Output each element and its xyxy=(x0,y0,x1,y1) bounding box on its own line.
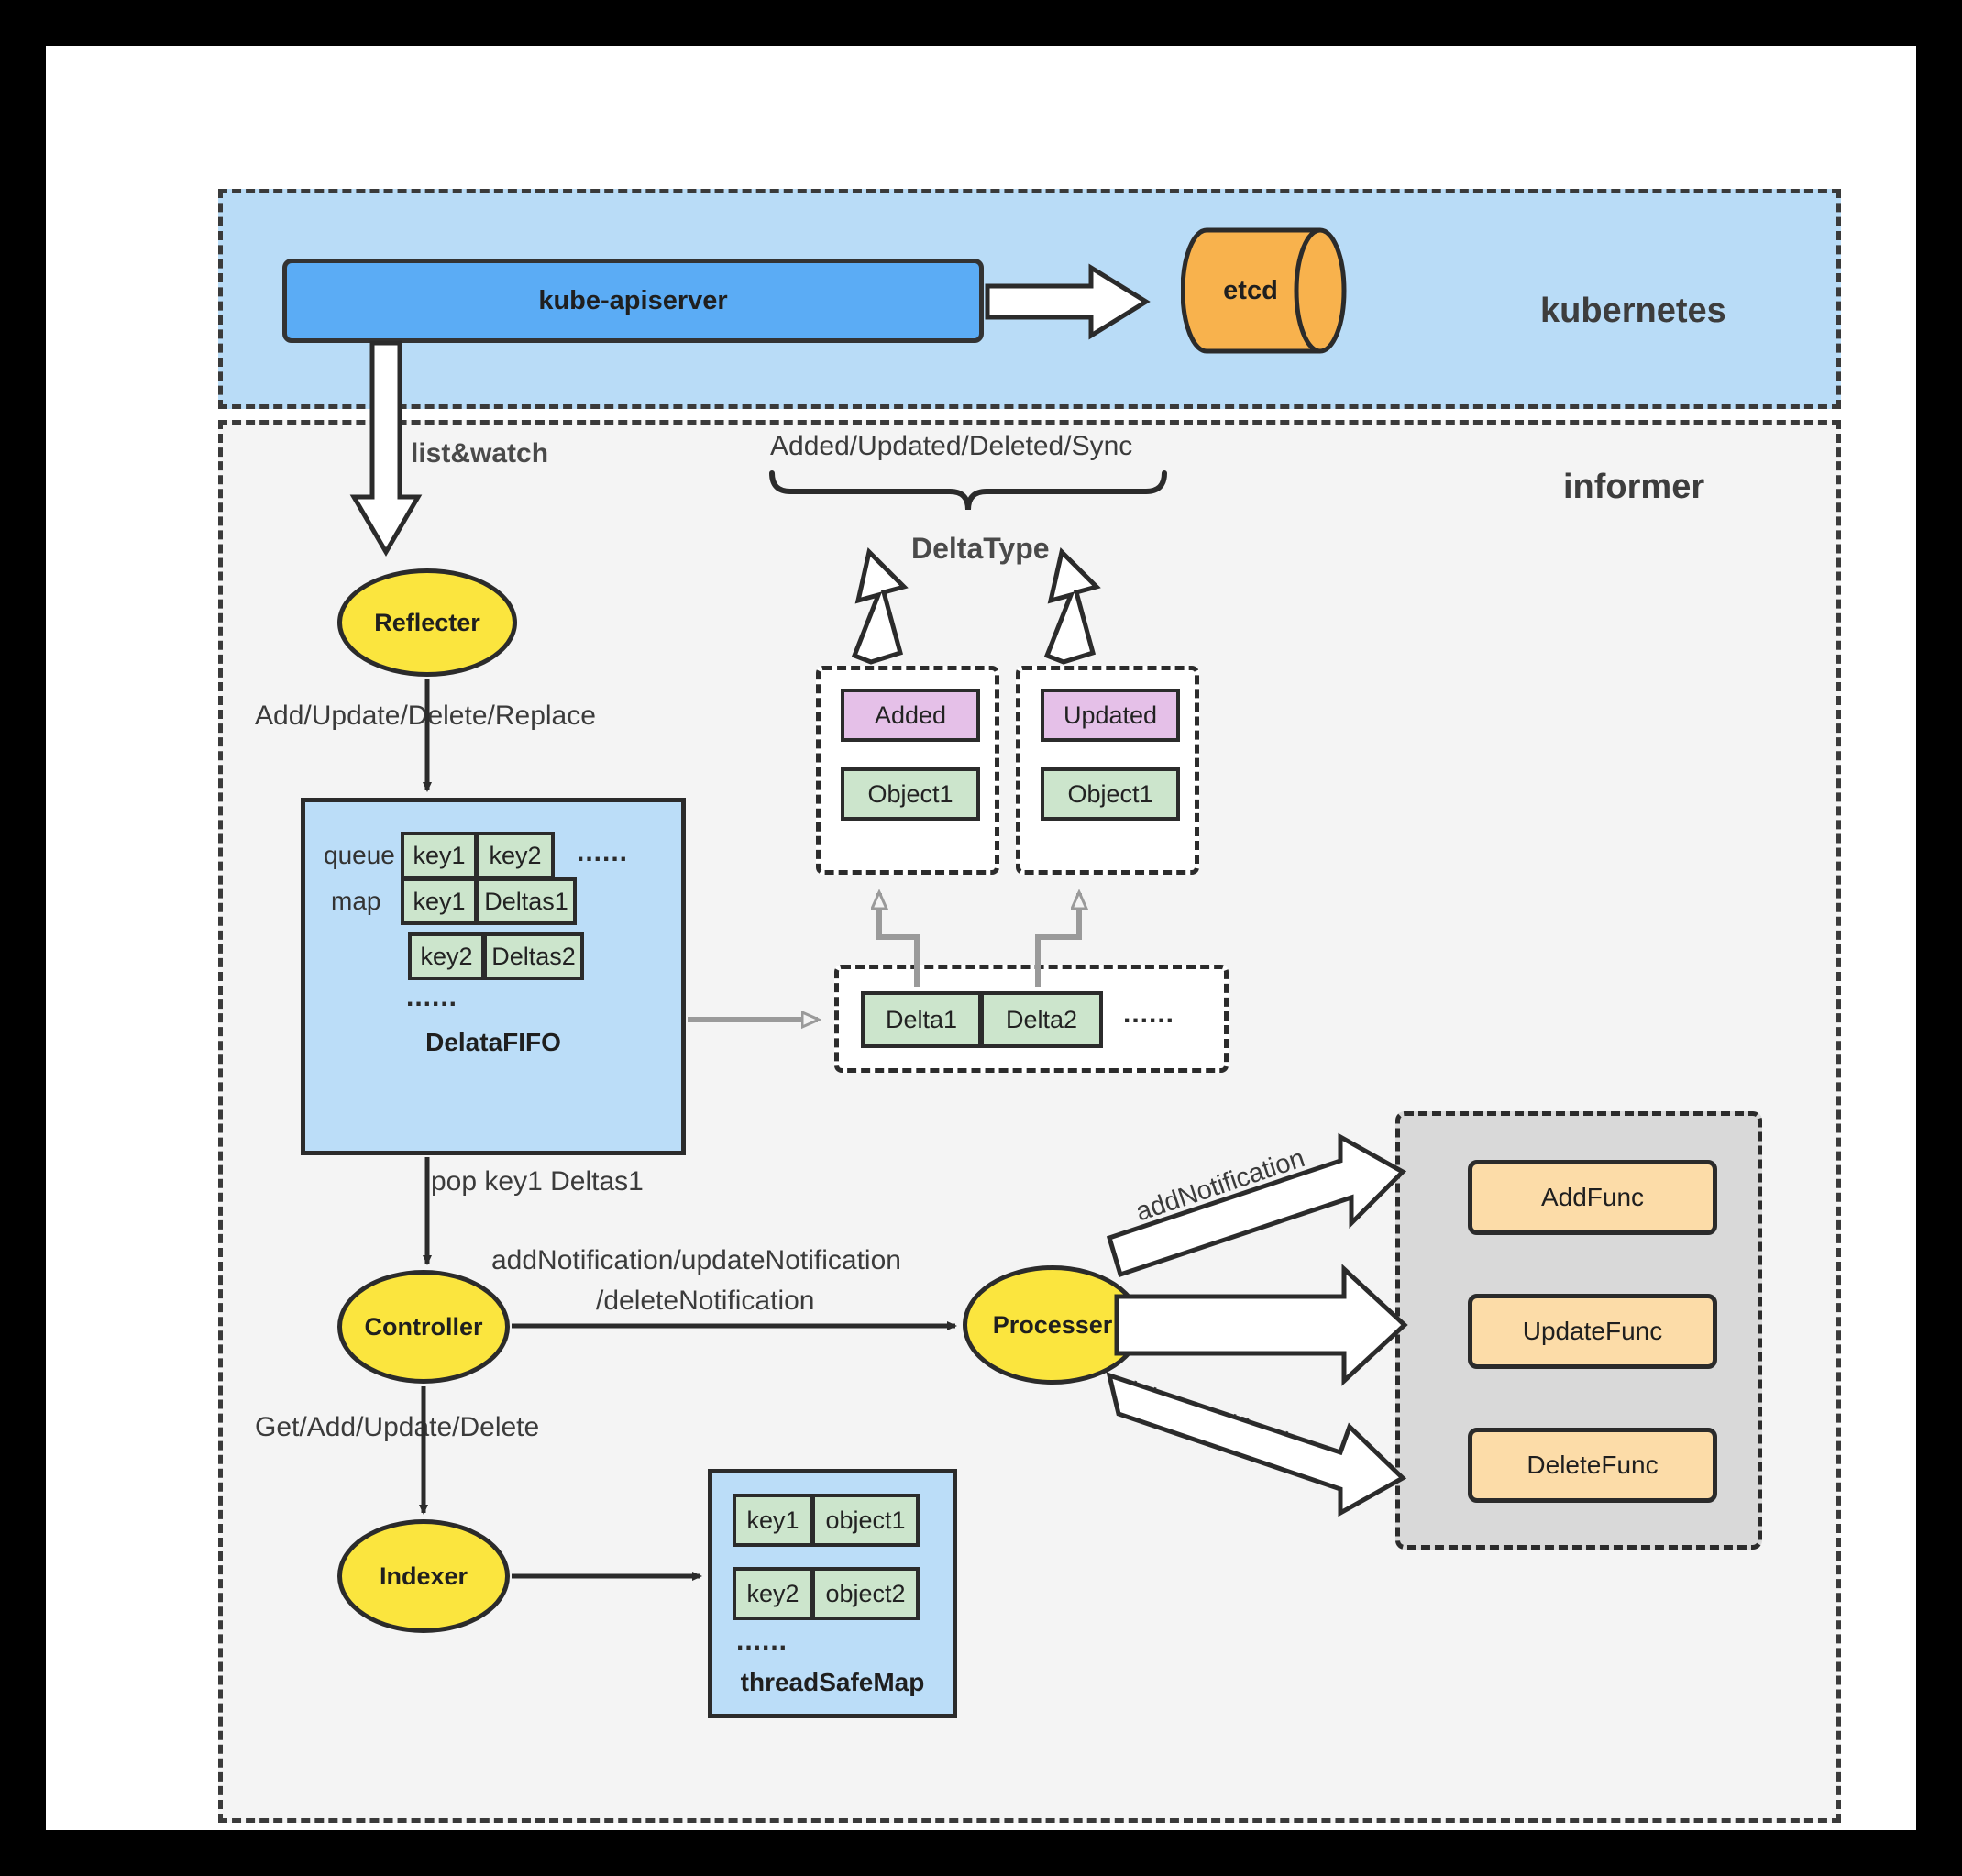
map-ellipsis: ...... xyxy=(406,982,458,1012)
delta-cell: Delta1 xyxy=(861,991,982,1048)
delta-added-type: Added xyxy=(841,689,980,742)
map-value-cell: Deltas1 xyxy=(478,877,577,925)
indexer-node[interactable]: Indexer xyxy=(337,1519,510,1633)
delta-list-ellipsis: ...... xyxy=(1123,999,1175,1029)
map-row-label: map xyxy=(331,887,381,915)
delta-list-cells: Delta1 Delta2 xyxy=(861,991,1103,1048)
queue-cell-row: key1 key2 xyxy=(401,832,555,879)
pop-key-label: pop key1 Deltas1 xyxy=(431,1166,644,1197)
diagram-canvas: kubernetes informer kube-apiserver etcd … xyxy=(46,46,1916,1830)
delta-type-brace-label: Added/Updated/Deleted/Sync xyxy=(770,431,1133,461)
delta-updated-box: Updated Object1 xyxy=(1016,666,1199,875)
controller-node[interactable]: Controller xyxy=(337,1270,510,1384)
map-cell-row-1: key1 Deltas1 xyxy=(401,877,577,925)
tsm-row-1: key1 object1 xyxy=(733,1494,920,1547)
etcd-label: etcd xyxy=(1223,275,1278,305)
informer-zone-label: informer xyxy=(1563,468,1705,506)
delta-fifo-title: DelataFIFO xyxy=(425,1028,561,1056)
queue-row-label: queue xyxy=(324,841,395,869)
map-key-cell: key2 xyxy=(408,932,485,980)
kubernetes-zone-label: kubernetes xyxy=(1540,292,1726,330)
delete-func-box[interactable]: DeleteFunc xyxy=(1468,1428,1717,1503)
etcd-node[interactable]: etcd xyxy=(1180,226,1364,356)
list-watch-label: list&watch xyxy=(411,438,549,469)
update-func-box[interactable]: UpdateFunc xyxy=(1468,1294,1717,1369)
thread-safe-map-title: threadSafeMap xyxy=(740,1668,925,1696)
reflecter-node[interactable]: Reflecter xyxy=(337,568,517,677)
map-cell-row-2: key2 Deltas2 xyxy=(408,932,584,980)
queue-cell: key1 xyxy=(401,832,478,879)
tsm-object-cell: object1 xyxy=(813,1494,920,1547)
map-value-cell: Deltas2 xyxy=(485,932,584,980)
tsm-object-cell: object2 xyxy=(813,1567,920,1620)
processer-node[interactable]: Processer xyxy=(963,1265,1142,1385)
update-notification-label: updateNotification xyxy=(1142,1300,1356,1330)
thread-safe-map-panel: key1 object1 key2 object2 ...... threadS… xyxy=(708,1469,957,1718)
notification-label-line1: addNotification/updateNotification xyxy=(491,1245,901,1275)
delta-updated-object: Object1 xyxy=(1041,767,1180,821)
screenshot-root: kubernetes informer kube-apiserver etcd … xyxy=(0,0,1962,1876)
delta-list-box: Delta1 Delta2 ...... xyxy=(834,965,1229,1073)
add-update-delete-replace-label: Add/Update/Delete/Replace xyxy=(255,701,596,731)
kube-apiserver-node[interactable]: kube-apiserver xyxy=(282,259,984,343)
tsm-row-2: key2 object2 xyxy=(733,1567,920,1620)
delta-added-box: Added Object1 xyxy=(816,666,999,875)
queue-ellipsis: ...... xyxy=(577,837,629,867)
tsm-key-cell: key1 xyxy=(733,1494,813,1547)
notification-label-line2: /deleteNotification xyxy=(596,1286,815,1316)
get-add-update-delete-label: Get/Add/Update/Delete xyxy=(255,1412,540,1442)
event-handlers-container: AddFunc UpdateFunc DeleteFunc xyxy=(1395,1111,1762,1550)
tsm-ellipsis: ...... xyxy=(736,1626,788,1656)
tsm-key-cell: key2 xyxy=(733,1567,813,1620)
queue-cell: key2 xyxy=(478,832,555,879)
delta-added-object: Object1 xyxy=(841,767,980,821)
map-key-cell: key1 xyxy=(401,877,478,925)
add-func-box[interactable]: AddFunc xyxy=(1468,1160,1717,1235)
delta-fifo-panel: queue key1 key2 ...... map key1 Deltas1 … xyxy=(301,798,686,1155)
delta-updated-type: Updated xyxy=(1041,689,1180,742)
delta-type-name: DeltaType xyxy=(911,532,1050,565)
delta-cell: Delta2 xyxy=(982,991,1103,1048)
